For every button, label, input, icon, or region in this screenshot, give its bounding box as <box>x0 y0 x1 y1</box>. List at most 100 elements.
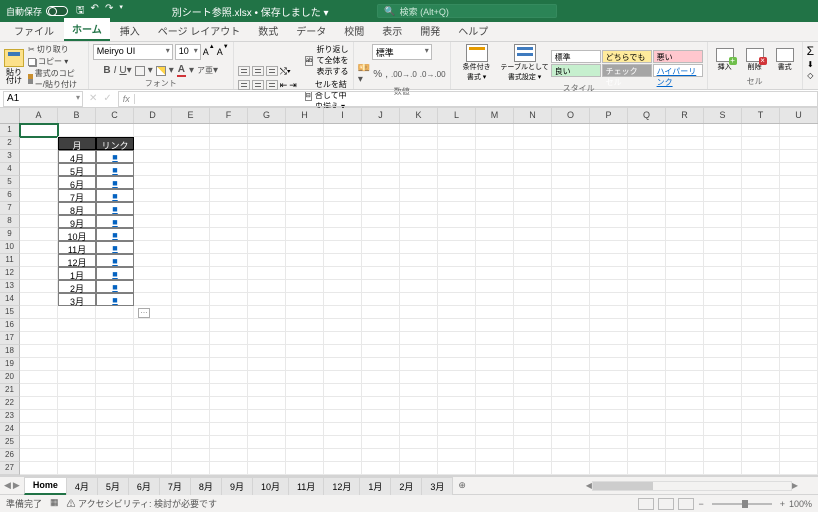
cell[interactable] <box>172 332 210 345</box>
tab-review[interactable]: 校閲 <box>336 20 372 41</box>
cell[interactable] <box>590 384 628 397</box>
cell[interactable] <box>210 202 248 215</box>
cell[interactable] <box>362 475 400 476</box>
cell[interactable] <box>704 293 742 306</box>
cell[interactable] <box>324 124 362 137</box>
cell[interactable] <box>552 397 590 410</box>
cell[interactable] <box>514 293 552 306</box>
cell[interactable] <box>780 124 818 137</box>
cell[interactable] <box>438 319 476 332</box>
cell[interactable] <box>96 371 134 384</box>
cell[interactable] <box>400 462 438 475</box>
underline-button[interactable]: U▾ <box>119 66 131 76</box>
cell[interactable] <box>134 280 172 293</box>
cell[interactable] <box>172 306 210 319</box>
sheet-tab[interactable]: 6月 <box>128 477 160 495</box>
cell[interactable] <box>400 475 438 476</box>
cell[interactable] <box>96 332 134 345</box>
cell[interactable] <box>172 280 210 293</box>
cell[interactable] <box>476 280 514 293</box>
cell[interactable] <box>666 202 704 215</box>
cell[interactable] <box>248 306 286 319</box>
cell[interactable] <box>552 358 590 371</box>
cell[interactable] <box>476 293 514 306</box>
cell[interactable] <box>476 202 514 215</box>
cell[interactable] <box>210 319 248 332</box>
sheet-tab[interactable]: 1月 <box>359 477 391 495</box>
cell[interactable] <box>134 267 172 280</box>
cell[interactable] <box>704 397 742 410</box>
cell[interactable] <box>514 241 552 254</box>
cell[interactable] <box>476 254 514 267</box>
cell[interactable] <box>362 176 400 189</box>
col-header-I[interactable]: I <box>324 108 362 123</box>
cell[interactable] <box>590 202 628 215</box>
tab-developer[interactable]: 開発 <box>412 20 448 41</box>
cell[interactable] <box>552 124 590 137</box>
zoom-out-button[interactable]: − <box>698 499 703 509</box>
cell[interactable] <box>172 267 210 280</box>
decrease-font-icon[interactable]: A▼ <box>217 47 229 57</box>
cell[interactable] <box>210 228 248 241</box>
cell[interactable] <box>514 332 552 345</box>
cell[interactable] <box>514 280 552 293</box>
cell[interactable] <box>666 384 704 397</box>
cell[interactable] <box>210 280 248 293</box>
row-header[interactable]: 27 <box>0 462 20 475</box>
cell[interactable] <box>590 254 628 267</box>
cell[interactable] <box>514 384 552 397</box>
row-header[interactable]: 24 <box>0 423 20 436</box>
cell[interactable] <box>476 384 514 397</box>
sheet-tab[interactable]: 10月 <box>252 477 289 495</box>
cell[interactable] <box>248 332 286 345</box>
conditional-format-button[interactable]: 条件付き 書式 ▾ <box>455 44 499 82</box>
cell[interactable] <box>438 163 476 176</box>
cell[interactable] <box>96 358 134 371</box>
cell[interactable] <box>286 423 324 436</box>
cell[interactable] <box>704 423 742 436</box>
cell[interactable] <box>552 280 590 293</box>
col-header-H[interactable]: H <box>286 108 324 123</box>
cell[interactable] <box>514 137 552 150</box>
tab-data[interactable]: データ <box>288 20 334 41</box>
cell-styles-gallery[interactable]: 標準 どちらでもない 悪い 良い チェック セル ハイパーリンク <box>551 50 703 77</box>
cell[interactable] <box>628 280 666 293</box>
cell[interactable] <box>628 358 666 371</box>
cell[interactable] <box>476 267 514 280</box>
cell[interactable] <box>362 410 400 423</box>
cell[interactable] <box>704 306 742 319</box>
cell[interactable] <box>210 137 248 150</box>
cell[interactable] <box>590 462 628 475</box>
cell[interactable] <box>742 358 780 371</box>
cell[interactable] <box>210 462 248 475</box>
cell[interactable] <box>286 462 324 475</box>
cell[interactable] <box>400 215 438 228</box>
cell[interactable] <box>210 384 248 397</box>
cell[interactable] <box>400 397 438 410</box>
cell[interactable] <box>438 384 476 397</box>
cell[interactable] <box>666 475 704 476</box>
cell[interactable] <box>780 423 818 436</box>
cell[interactable] <box>590 124 628 137</box>
cell[interactable] <box>514 267 552 280</box>
cell[interactable] <box>324 384 362 397</box>
cell[interactable] <box>362 137 400 150</box>
cell[interactable] <box>780 371 818 384</box>
cell[interactable] <box>172 423 210 436</box>
row-header[interactable]: 6 <box>0 189 20 202</box>
cell[interactable] <box>552 345 590 358</box>
clear-icon[interactable]: ◇ <box>807 71 813 80</box>
cell[interactable] <box>172 176 210 189</box>
cell[interactable] <box>20 345 58 358</box>
cell[interactable] <box>780 306 818 319</box>
style-neutral[interactable]: どちらでもない <box>602 50 652 63</box>
tab-view[interactable]: 表示 <box>374 20 410 41</box>
row-header[interactable]: 5 <box>0 176 20 189</box>
cell[interactable] <box>438 436 476 449</box>
cell[interactable] <box>58 397 96 410</box>
cell[interactable] <box>476 228 514 241</box>
row-header[interactable]: 16 <box>0 319 20 332</box>
cell[interactable] <box>20 189 58 202</box>
cell[interactable] <box>134 319 172 332</box>
cell[interactable] <box>552 228 590 241</box>
